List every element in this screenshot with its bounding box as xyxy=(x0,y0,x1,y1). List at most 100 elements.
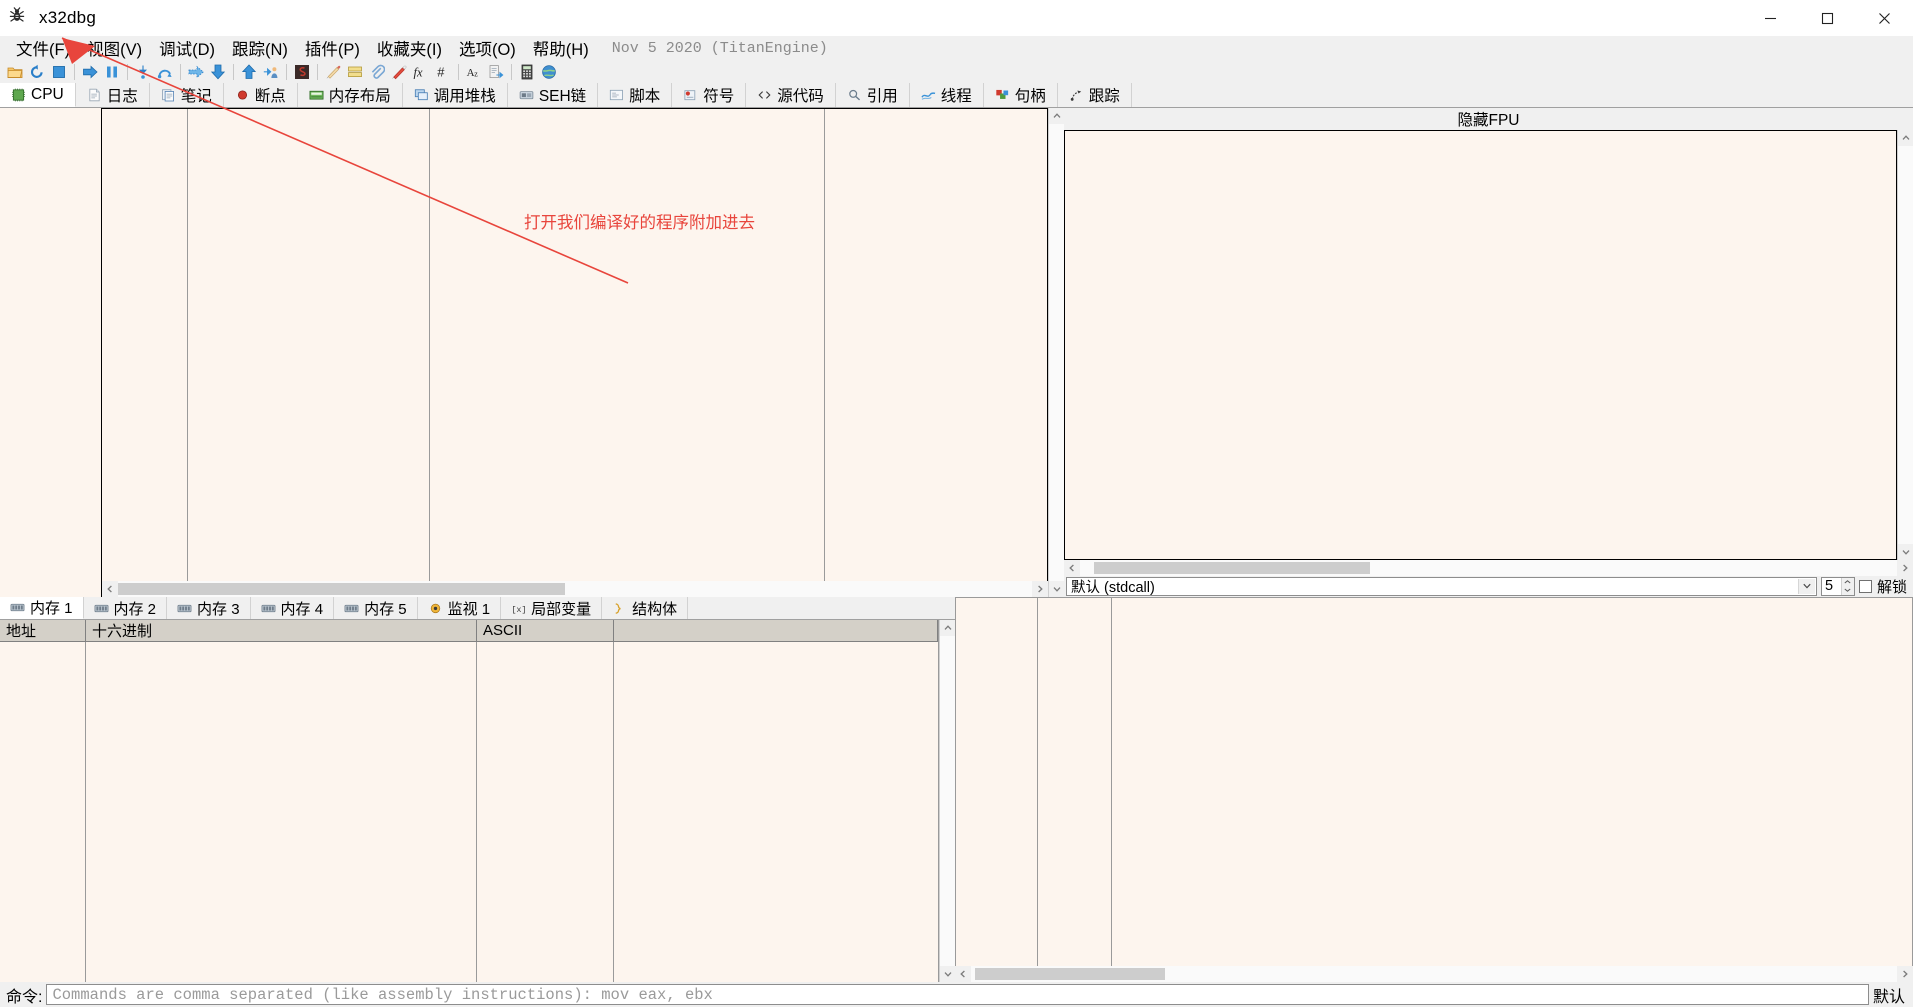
scylla-icon[interactable] xyxy=(291,61,313,82)
dump-vscrollbar[interactable] xyxy=(939,620,955,982)
disassembly-view[interactable]: 打开我们编译好的程序附加进去 xyxy=(102,108,1048,581)
hash-icon[interactable]: # xyxy=(432,61,454,82)
disassembly-sidebar[interactable] xyxy=(0,108,102,597)
breakpoints-window-icon[interactable] xyxy=(366,61,388,82)
stack-view[interactable] xyxy=(955,597,1913,966)
reg-hscroll-right-arrow[interactable] xyxy=(1897,564,1913,572)
registers-hscrollbar[interactable] xyxy=(1064,559,1913,576)
stack-hscroll-right-arrow[interactable] xyxy=(1897,970,1913,978)
menu-plugins[interactable]: 插件(P) xyxy=(297,34,369,62)
disassembly-hscrollbar[interactable] xyxy=(102,581,1048,597)
reg-hscroll-thumb[interactable] xyxy=(1094,561,1370,574)
vscroll-up-arrow[interactable] xyxy=(1049,108,1064,124)
tab-memory-map[interactable]: 内存布局 xyxy=(297,83,403,107)
command-input[interactable]: Commands are comma separated (like assem… xyxy=(46,984,1869,1005)
hscroll-right-arrow[interactable] xyxy=(1032,585,1048,593)
stack-hscroll-thumb[interactable] xyxy=(975,968,1165,980)
menu-favourites[interactable]: 收藏夹(I) xyxy=(369,34,451,62)
trace-over-icon[interactable] xyxy=(207,61,229,82)
hscroll-thumb[interactable] xyxy=(118,583,565,595)
reg-hscroll-left-arrow[interactable] xyxy=(1064,564,1080,572)
run-to-user-code-icon[interactable] xyxy=(260,61,282,82)
dump-tab-memory-4[interactable]: 内存 4 xyxy=(250,597,335,619)
dump-grid[interactable]: 地址 十六进制 ASCII xyxy=(0,620,939,982)
close-button[interactable] xyxy=(1856,0,1913,36)
memory-map-icon[interactable] xyxy=(388,61,410,82)
stack-hscroll-track[interactable] xyxy=(971,966,1897,982)
dump-tab-struct[interactable]: 结构体 xyxy=(602,597,689,619)
calling-convention-select[interactable]: 默认 (stdcall) xyxy=(1066,576,1817,596)
menu-trace[interactable]: 跟踪(N) xyxy=(224,34,297,62)
vscroll-track[interactable] xyxy=(1049,124,1064,581)
menu-help[interactable]: 帮助(H) xyxy=(525,34,598,62)
column-divider-bytes[interactable] xyxy=(429,109,430,581)
references-icon[interactable] xyxy=(485,61,507,82)
dump-tab-memory-5[interactable]: 内存 5 xyxy=(334,597,418,619)
dump-col-address[interactable]: 地址 xyxy=(0,620,86,641)
dump-tab-watch-1[interactable]: 监视 1 xyxy=(417,597,502,619)
dump-col-hex[interactable]: 十六进制 xyxy=(86,620,477,641)
tab-handles[interactable]: 句柄 xyxy=(983,83,1058,107)
command-default-label[interactable]: 默认 xyxy=(1873,983,1911,1007)
dump-grid-rows[interactable] xyxy=(0,642,938,982)
stepper-down-icon[interactable] xyxy=(1840,586,1854,595)
functions-icon[interactable]: fx xyxy=(410,61,432,82)
stack-hscroll-left-arrow[interactable] xyxy=(955,970,971,978)
tab-call-stack[interactable]: 调用堆栈 xyxy=(402,83,508,107)
dump-tab-memory-1[interactable]: 内存 1 xyxy=(0,597,84,619)
tab-log[interactable]: 日志 xyxy=(75,83,150,107)
tab-symbols[interactable]: 符号 xyxy=(672,83,747,107)
registers-vscrollbar[interactable] xyxy=(1897,130,1913,560)
reg-vscroll-down-arrow[interactable] xyxy=(1898,544,1913,560)
hscroll-left-arrow[interactable] xyxy=(102,585,118,593)
column-divider-address[interactable] xyxy=(187,109,188,581)
stepper-buttons[interactable] xyxy=(1840,577,1854,595)
trace-into-icon[interactable] xyxy=(185,61,207,82)
vscroll-down-arrow[interactable] xyxy=(1049,581,1064,597)
open-icon[interactable] xyxy=(4,61,26,82)
notes-window-icon[interactable] xyxy=(344,61,366,82)
dump-col-extra[interactable] xyxy=(614,620,938,641)
maximize-button[interactable] xyxy=(1799,0,1856,36)
tab-cpu[interactable]: CPU xyxy=(0,83,76,107)
log-window-icon[interactable] xyxy=(322,61,344,82)
menu-file[interactable]: 文件(F) xyxy=(8,34,79,62)
dump-tab-memory-2[interactable]: 内存 2 xyxy=(83,597,168,619)
dump-vscroll-track[interactable] xyxy=(940,636,955,966)
menu-view[interactable]: 视图(V) xyxy=(79,34,151,62)
column-divider-disasm[interactable] xyxy=(824,109,825,581)
unlock-checkbox[interactable] xyxy=(1858,579,1872,593)
tab-notes[interactable]: 笔记 xyxy=(149,83,224,107)
execute-till-return-icon[interactable] xyxy=(238,61,260,82)
reg-vscroll-track[interactable] xyxy=(1898,146,1913,544)
dump-tab-memory-3[interactable]: 内存 3 xyxy=(167,597,251,619)
calculator-icon[interactable] xyxy=(516,61,538,82)
globe-icon[interactable] xyxy=(538,61,560,82)
tab-threads[interactable]: 线程 xyxy=(909,83,984,107)
reg-vscroll-up-arrow[interactable] xyxy=(1898,130,1913,146)
symbols-icon[interactable]: A z xyxy=(463,61,485,82)
step-over-icon[interactable] xyxy=(154,61,176,82)
tab-seh-chain[interactable]: SEH链 xyxy=(507,83,599,107)
dump-vscroll-down-arrow[interactable] xyxy=(940,966,955,982)
argument-count-stepper[interactable]: 5 xyxy=(1820,576,1855,596)
run-icon[interactable] xyxy=(79,61,101,82)
minimize-button[interactable] xyxy=(1742,0,1799,36)
stack-hscrollbar[interactable] xyxy=(955,966,1913,982)
tab-source[interactable]: 源代码 xyxy=(746,83,836,107)
hscroll-track[interactable] xyxy=(118,581,1032,597)
dump-vscroll-up-arrow[interactable] xyxy=(940,620,955,636)
stop-icon[interactable] xyxy=(48,61,70,82)
pause-icon[interactable] xyxy=(101,61,123,82)
restart-icon[interactable] xyxy=(26,61,48,82)
menu-debug[interactable]: 调试(D) xyxy=(151,34,224,62)
tab-references[interactable]: 引用 xyxy=(835,83,910,107)
menu-options[interactable]: 选项(O) xyxy=(451,34,525,62)
tab-script[interactable]: 脚本 xyxy=(598,83,673,107)
chevron-down-icon[interactable] xyxy=(1797,578,1815,594)
dump-col-ascii[interactable]: ASCII xyxy=(477,620,614,641)
reg-hscroll-track[interactable] xyxy=(1080,559,1897,576)
dump-tab-locals[interactable]: [x] 局部变量 xyxy=(501,597,603,619)
tab-breakpoints[interactable]: 断点 xyxy=(223,83,298,107)
hide-fpu-header[interactable]: 隐藏FPU xyxy=(1064,108,1913,130)
